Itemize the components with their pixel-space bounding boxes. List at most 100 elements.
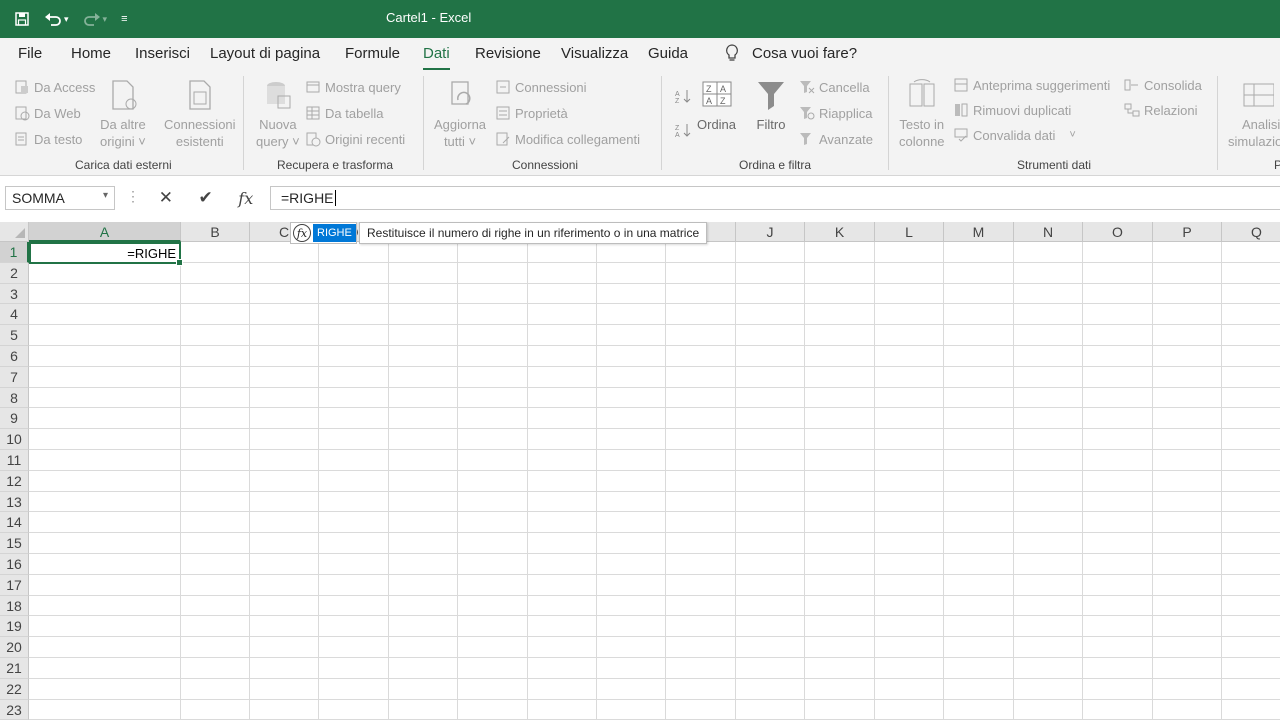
row-header-17[interactable]: 17: [0, 574, 29, 596]
column-header-m[interactable]: M: [944, 222, 1014, 242]
row-header-13[interactable]: 13: [0, 491, 29, 513]
column-header-p[interactable]: P: [1153, 222, 1222, 242]
sort-ascending-button[interactable]: AZ: [675, 86, 691, 106]
gridline-vertical: [735, 242, 736, 720]
svg-text:A: A: [706, 96, 712, 106]
tab-file[interactable]: File: [18, 45, 42, 62]
tab-home[interactable]: Home: [71, 45, 111, 62]
existing-connections-button[interactable]: Connessioni esistenti: [164, 78, 236, 150]
from-web-button[interactable]: Da Web: [14, 103, 81, 123]
cancel-icon[interactable]: ✕: [159, 188, 173, 208]
tab-review[interactable]: Revisione: [475, 45, 541, 62]
group-separator: [243, 76, 244, 170]
other-sources-button[interactable]: Da altre origini ˅: [100, 78, 146, 150]
row-header-23[interactable]: 23: [0, 699, 29, 720]
autocomplete-item[interactable]: RIGHE: [313, 224, 356, 242]
row-header-22[interactable]: 22: [0, 678, 29, 700]
column-header-o[interactable]: O: [1083, 222, 1153, 242]
from-text-button[interactable]: Da testo: [14, 129, 82, 149]
row-header-14[interactable]: 14: [0, 512, 29, 534]
svg-text:Z: Z: [675, 125, 680, 132]
sort-descending-button[interactable]: ZA: [675, 120, 691, 140]
chevron-down-icon[interactable]: ▾: [103, 190, 108, 201]
row-header-8[interactable]: 8: [0, 387, 29, 409]
gridline-horizontal: [29, 261, 1280, 263]
column-header-j[interactable]: J: [736, 222, 805, 242]
row-header-18[interactable]: 18: [0, 595, 29, 617]
row-header-10[interactable]: 10: [0, 429, 29, 450]
gridline-horizontal: [29, 345, 1280, 346]
row-header-19[interactable]: 19: [0, 616, 29, 638]
row-header-11[interactable]: 11: [0, 450, 29, 471]
what-if-analysis-button[interactable]: Analisi simulazio: [1228, 78, 1280, 150]
column-header-q[interactable]: Q: [1222, 222, 1280, 242]
remove-duplicates-button[interactable]: Rimuovi duplicati: [953, 100, 1071, 120]
insert-function-icon[interactable]: fx: [238, 189, 253, 208]
recent-sources-button[interactable]: Origini recenti: [305, 129, 405, 149]
column-header-l[interactable]: L: [875, 222, 944, 242]
row-header-3[interactable]: 3: [0, 283, 29, 305]
consolidate-icon: [1124, 79, 1138, 91]
tab-help[interactable]: Guida: [648, 45, 688, 62]
recent-sources-icon: [306, 132, 321, 147]
enter-icon[interactable]: ✔: [199, 188, 213, 208]
row-header-5[interactable]: 5: [0, 325, 29, 346]
from-table-button[interactable]: Da tabella: [305, 103, 384, 123]
gridline-vertical: [249, 242, 250, 720]
column-header-b[interactable]: B: [181, 222, 250, 242]
row-header-16[interactable]: 16: [0, 554, 29, 575]
function-autocomplete[interactable]: fx RIGHE: [290, 222, 357, 244]
new-query-icon: [266, 82, 291, 109]
tell-me-box[interactable]: Cosa vuoi fare?: [724, 43, 857, 63]
tab-view[interactable]: Visualizza: [561, 45, 628, 62]
gridline-vertical: [874, 242, 875, 720]
data-validation-icon: [954, 128, 968, 142]
column-header-k[interactable]: K: [805, 222, 875, 242]
clear-filter-button[interactable]: Cancella: [799, 77, 870, 97]
connections-button[interactable]: Connessioni: [495, 77, 587, 97]
text-to-columns-button[interactable]: Testo in colonne: [899, 78, 945, 150]
tab-page-layout[interactable]: Layout di pagina: [210, 45, 320, 62]
reapply-button[interactable]: Riapplica: [799, 103, 872, 123]
gridline-vertical: [318, 242, 319, 720]
properties-button[interactable]: Proprietà: [495, 103, 568, 123]
formula-bar-grip-icon[interactable]: ⋮: [126, 188, 140, 205]
row-header-15[interactable]: 15: [0, 533, 29, 554]
row-header-4[interactable]: 4: [0, 304, 29, 326]
row-header-20[interactable]: 20: [0, 637, 29, 658]
advanced-filter-button[interactable]: Avanzate: [799, 129, 873, 149]
relationships-button[interactable]: Relazioni: [1124, 100, 1197, 120]
row-header-21[interactable]: 21: [0, 658, 29, 679]
sort-button[interactable]: ZAAZ Ordina: [697, 78, 736, 133]
new-query-button[interactable]: Nuova query ˅: [256, 78, 300, 150]
consolidate-button[interactable]: Consolida: [1124, 75, 1202, 95]
gridline-vertical: [527, 242, 528, 720]
ribbon-tabs: File Home Inserisci Layout di pagina For…: [0, 38, 1280, 71]
show-queries-button[interactable]: Mostra query: [305, 77, 401, 97]
row-header-2[interactable]: 2: [0, 262, 29, 284]
name-box[interactable]: SOMMA ▾: [5, 186, 115, 210]
active-cell-a1[interactable]: =RIGHE: [29, 242, 183, 266]
row-header-6[interactable]: 6: [0, 346, 29, 367]
column-header-a[interactable]: A: [29, 222, 181, 242]
data-validation-button[interactable]: Convalida dati ˅: [953, 125, 1076, 145]
flash-fill-button[interactable]: Anteprima suggerimenti: [953, 75, 1110, 95]
worksheet-grid[interactable]: ABCDEFGHIJKLMNOPQ12345678910111213141516…: [0, 222, 1280, 720]
column-header-n[interactable]: N: [1014, 222, 1083, 242]
access-icon: [15, 80, 28, 94]
from-access-button[interactable]: Da Access: [14, 77, 95, 97]
tab-formulas[interactable]: Formule: [345, 45, 400, 62]
row-header-12[interactable]: 12: [0, 470, 29, 492]
gridline-horizontal: [29, 469, 1280, 471]
select-all-corner[interactable]: [0, 222, 29, 242]
formula-input[interactable]: =RIGHE: [270, 186, 1280, 210]
row-header-7[interactable]: 7: [0, 366, 29, 388]
row-header-9[interactable]: 9: [0, 408, 29, 430]
tab-insert[interactable]: Inserisci: [135, 45, 190, 62]
filter-button[interactable]: Filtro: [755, 78, 787, 133]
edit-links-button[interactable]: Modifica collegamenti: [495, 129, 640, 149]
refresh-all-button[interactable]: Aggiorna tutti ˅: [434, 78, 486, 150]
gridline-horizontal: [29, 490, 1280, 492]
row-header-1[interactable]: 1: [0, 242, 29, 263]
tab-data[interactable]: Dati: [423, 45, 450, 71]
